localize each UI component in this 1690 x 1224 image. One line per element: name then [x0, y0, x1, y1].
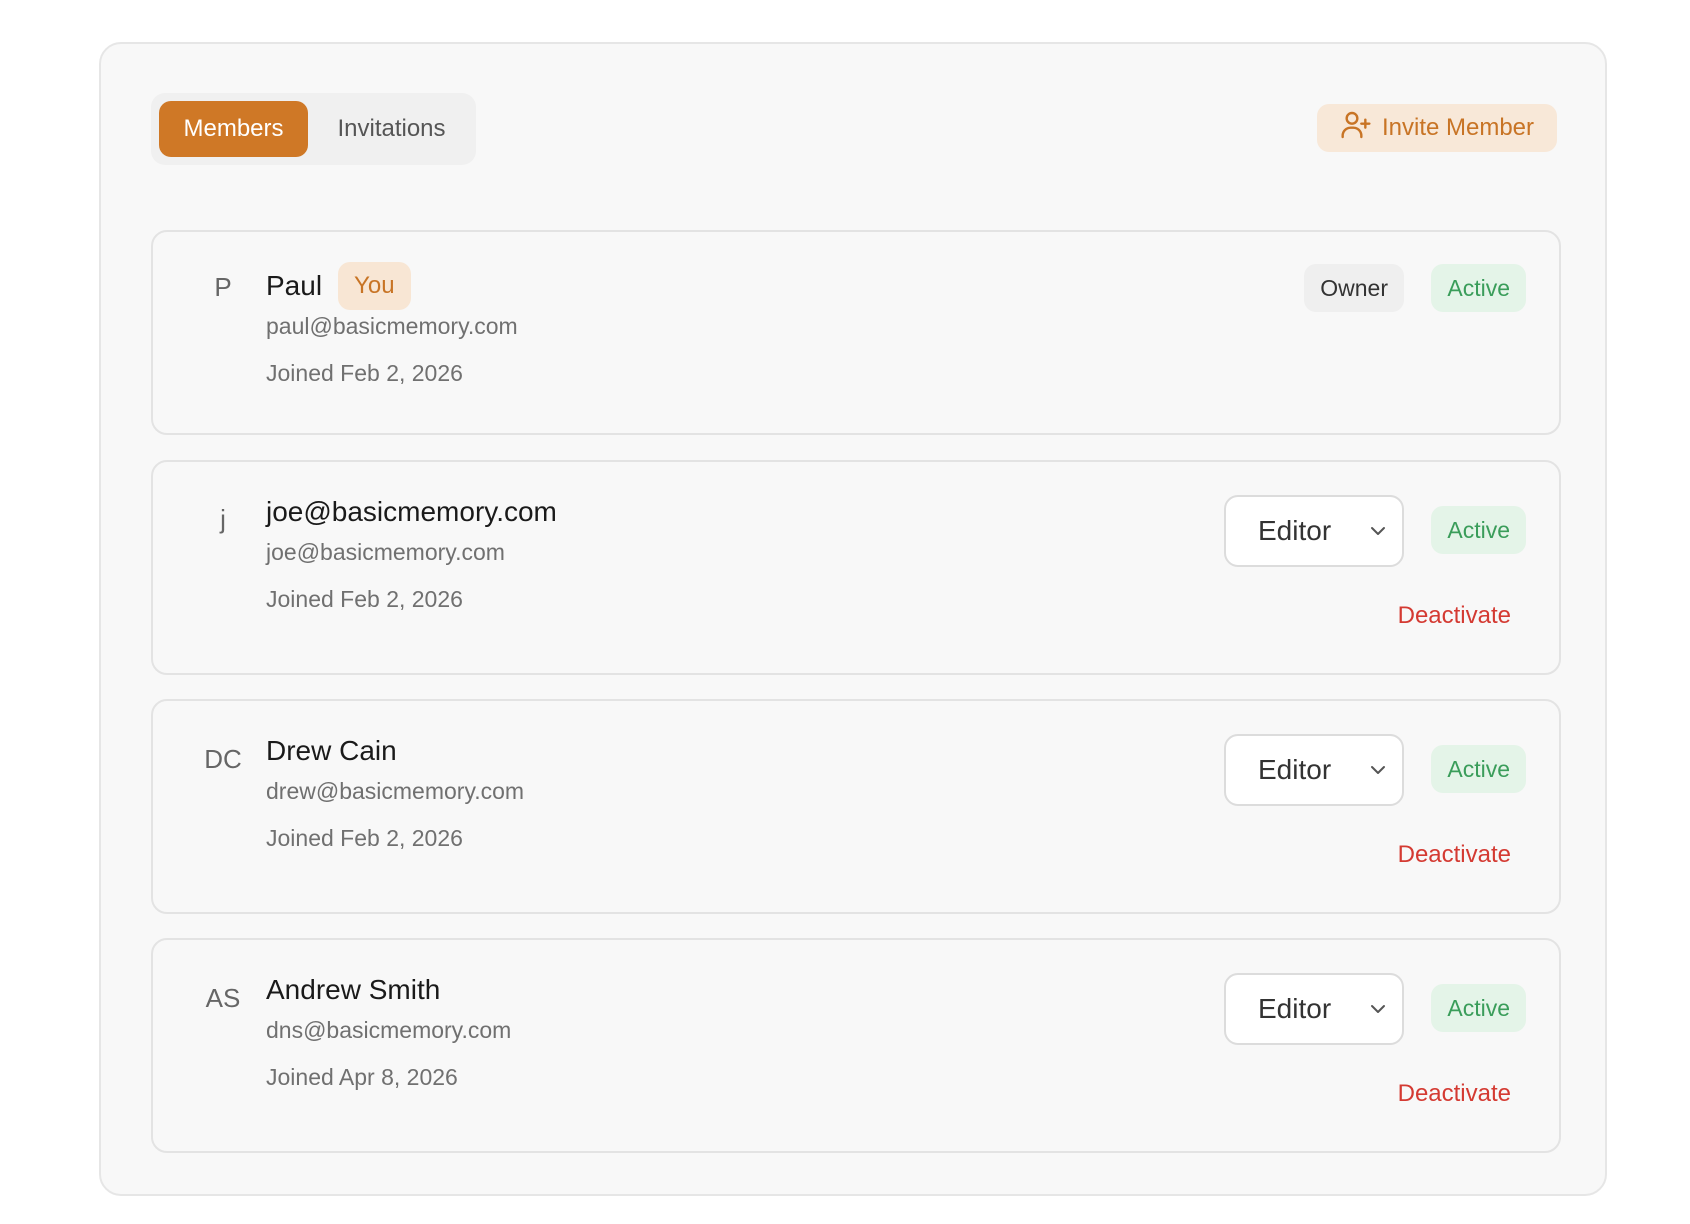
- member-card: DC Drew Cain drew@basicmemory.com Joined…: [151, 699, 1561, 914]
- deactivate-button[interactable]: Deactivate: [1398, 841, 1511, 869]
- role-badge-owner: Owner: [1304, 264, 1404, 312]
- member-info: Drew Cain drew@basicmemory.com Joined Fe…: [266, 727, 524, 852]
- user-plus-icon: [1340, 109, 1372, 148]
- member-info: Andrew Smith dns@basicmemory.com Joined …: [266, 966, 511, 1091]
- member-card: j joe@basicmemory.com joe@basicmemory.co…: [151, 460, 1561, 675]
- chevron-down-icon: [1371, 766, 1385, 774]
- tab-members[interactable]: Members: [159, 101, 308, 157]
- member-joined-date: Joined Feb 2, 2026: [266, 360, 463, 386]
- member-email: drew@basicmemory.com: [266, 778, 525, 804]
- member-info: Paul You paul@basicmemory.com Joined Feb…: [266, 262, 518, 387]
- member-name: Paul: [266, 270, 323, 301]
- role-select[interactable]: Editor: [1224, 495, 1404, 567]
- status-badge: Active: [1431, 506, 1526, 554]
- avatar: j: [220, 504, 226, 534]
- member-email: joe@basicmemory.com: [266, 539, 505, 565]
- member-email: dns@basicmemory.com: [266, 1017, 512, 1043]
- status-badge: Active: [1431, 745, 1526, 793]
- status-badge: Active: [1431, 984, 1526, 1032]
- chevron-down-icon: [1371, 527, 1385, 535]
- member-name: joe@basicmemory.com: [266, 496, 557, 527]
- chevron-down-icon: [1371, 1005, 1385, 1013]
- member-info: joe@basicmemory.com joe@basicmemory.com …: [266, 488, 557, 613]
- role-select[interactable]: Editor: [1224, 734, 1404, 806]
- members-panel: Members Invitations Invite Member P Paul…: [99, 42, 1607, 1196]
- avatar: DC: [204, 744, 242, 774]
- invite-member-button[interactable]: Invite Member: [1317, 104, 1557, 152]
- role-select-value: Editor: [1258, 993, 1332, 1024]
- avatar: AS: [205, 983, 241, 1013]
- deactivate-button[interactable]: Deactivate: [1398, 602, 1511, 630]
- role-select-value: Editor: [1258, 754, 1332, 785]
- avatar: P: [214, 272, 232, 302]
- member-joined-date: Joined Feb 2, 2026: [266, 825, 463, 851]
- deactivate-button[interactable]: Deactivate: [1398, 1080, 1511, 1108]
- tab-bar: Members Invitations: [151, 93, 476, 165]
- member-email: paul@basicmemory.com: [266, 313, 518, 339]
- member-card: P Paul You paul@basicmemory.com Joined F…: [151, 230, 1561, 435]
- role-select[interactable]: Editor: [1224, 973, 1404, 1045]
- invite-member-label: Invite Member: [1381, 114, 1535, 141]
- you-badge: You: [338, 262, 411, 310]
- tab-invitations[interactable]: Invitations: [314, 101, 469, 157]
- member-joined-date: Joined Feb 2, 2026: [266, 586, 463, 612]
- member-card: AS Andrew Smith dns@basicmemory.com Join…: [151, 938, 1561, 1153]
- member-name: Andrew Smith: [266, 974, 441, 1005]
- role-select-value: Editor: [1258, 515, 1332, 546]
- member-joined-date: Joined Apr 8, 2026: [266, 1064, 458, 1090]
- member-name: Drew Cain: [266, 735, 397, 766]
- status-badge: Active: [1431, 264, 1526, 312]
